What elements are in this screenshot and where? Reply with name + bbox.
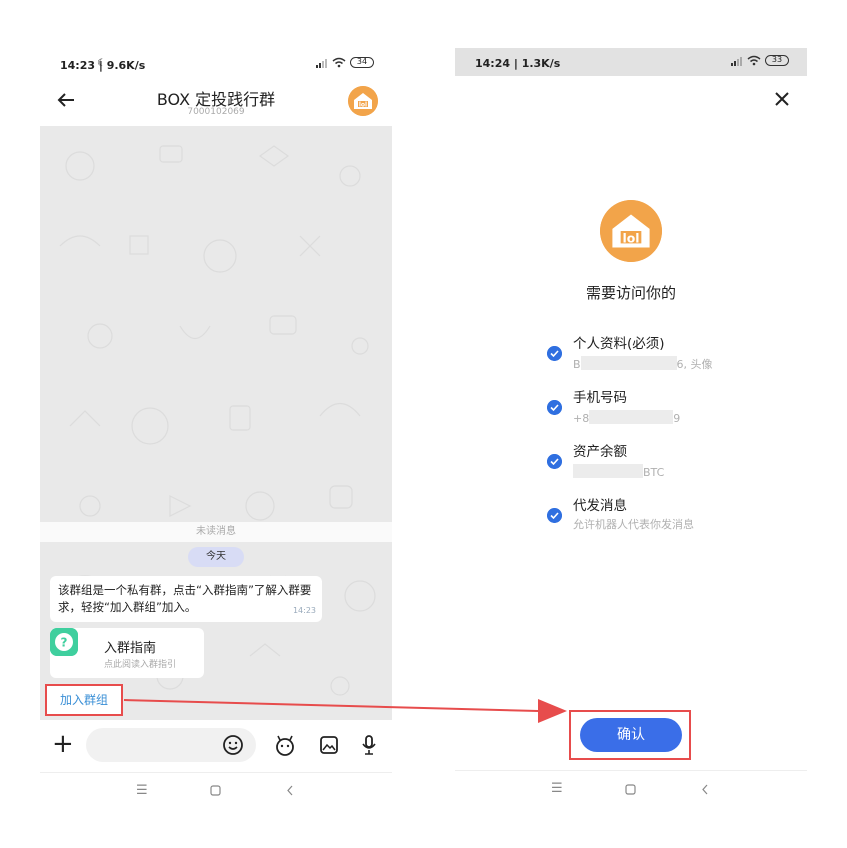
permission-title: 需要访问你的 [585, 284, 676, 302]
svg-text:?: ? [61, 636, 68, 650]
home-icon[interactable] [625, 784, 636, 795]
back-nav-icon[interactable] [286, 785, 294, 796]
image-icon[interactable] [318, 734, 340, 756]
mic-icon[interactable] [358, 734, 380, 756]
input-bar: + [40, 720, 392, 772]
app-house-icon: lol [600, 200, 662, 262]
signal-icon [731, 56, 742, 66]
status-icons: ☾ 34 [97, 57, 374, 69]
permission-detail: 允许机器人代表你发消息 [573, 518, 694, 531]
permission-item-balance: 资产余额 BTC [547, 440, 787, 484]
svg-text:lol: lol [622, 230, 639, 245]
question-icon: ? [50, 628, 78, 656]
signal-icon [316, 58, 327, 68]
right-phone-screen: 14:24 | 1.3K/s 33 lol 需要访问你的 个人资料(必须) B6… [455, 48, 807, 808]
menu-icon[interactable]: ☰ [136, 783, 148, 798]
status-bar: 14:24 | 1.3K/s 33 [455, 48, 807, 76]
system-nav-bar: ☰ [455, 770, 807, 808]
permission-label: 手机号码 [573, 390, 627, 406]
permission-label: 资产余额 [573, 444, 627, 460]
message-text: 该群组是一个私有群，点击“入群指南”了解入群要求，轻按“加入群组”加入。 [58, 583, 312, 614]
permission-label: 个人资料(必须) [573, 336, 665, 352]
bot-icon[interactable] [274, 734, 296, 756]
permission-item-phone: 手机号码 +8 9 [547, 386, 787, 430]
moon-icon: ☾ [97, 58, 106, 69]
chat-background: 未读消息 今天 该群组是一个私有群，点击“入群指南”了解入群要求，轻按“加入群组… [40, 126, 392, 720]
check-icon [547, 346, 562, 361]
check-icon [547, 454, 562, 469]
status-icons: 33 [731, 55, 789, 66]
permission-sheet: lol 需要访问你的 个人资料(必须) B 6, 头像 手机号码 +8 9 资产余额… [455, 76, 807, 776]
date-pill: 今天 [188, 547, 244, 567]
back-nav-icon[interactable] [701, 784, 709, 795]
guide-title: 入群指南 [104, 641, 157, 656]
permission-detail: +8 9 [573, 410, 681, 425]
redacted-mask [573, 464, 643, 478]
confirm-highlight: 确认 [569, 710, 691, 760]
wifi-icon [332, 57, 346, 68]
app-house-icon[interactable]: lol [348, 86, 378, 116]
group-id: 7000102069 [187, 107, 245, 117]
battery-indicator: 33 [765, 55, 789, 66]
close-icon[interactable] [773, 90, 791, 108]
permission-detail: B 6, 头像 [573, 356, 713, 371]
plus-icon[interactable]: + [52, 731, 74, 757]
battery-indicator: 34 [350, 57, 374, 68]
permission-item-messages: 代发消息 允许机器人代表你发消息 [547, 494, 787, 538]
system-message-bubble: 该群组是一个私有群，点击“入群指南”了解入群要求，轻按“加入群组”加入。 14:… [50, 576, 322, 622]
permission-item-profile: 个人资料(必须) B 6, 头像 [547, 332, 787, 376]
message-input[interactable] [86, 728, 256, 762]
message-time: 14:23 [292, 606, 316, 615]
unread-divider: 未读消息 [40, 522, 392, 542]
emoji-icon[interactable] [222, 734, 244, 756]
group-guide-card[interactable]: ? 入群指南 点此阅读入群指引 [50, 628, 204, 678]
permission-detail: BTC [573, 462, 664, 479]
status-time: 14:24 | 1.3K/s [475, 57, 561, 70]
wifi-icon [747, 55, 761, 66]
menu-icon[interactable]: ☰ [551, 781, 563, 796]
confirm-button[interactable]: 确认 [580, 718, 682, 752]
left-phone-screen: 14:23 | 9.6K/s ☾ 34 BOX 定投践行群 7000102069… [40, 48, 392, 808]
chat-header: BOX 定投践行群 7000102069 lol [40, 84, 392, 126]
redacted-mask [589, 410, 674, 424]
check-icon [547, 508, 562, 523]
permission-label: 代发消息 [573, 498, 627, 514]
redacted-mask [580, 356, 677, 370]
home-icon[interactable] [210, 785, 221, 796]
system-nav-bar: ☰ [40, 772, 392, 808]
svg-text:lol: lol [359, 102, 367, 109]
join-group-button[interactable]: 加入群组 [45, 684, 123, 716]
status-bar: 14:23 | 9.6K/s ☾ 34 [40, 48, 392, 84]
check-icon [547, 400, 562, 415]
guide-subtitle: 点此阅读入群指引 [104, 660, 177, 670]
